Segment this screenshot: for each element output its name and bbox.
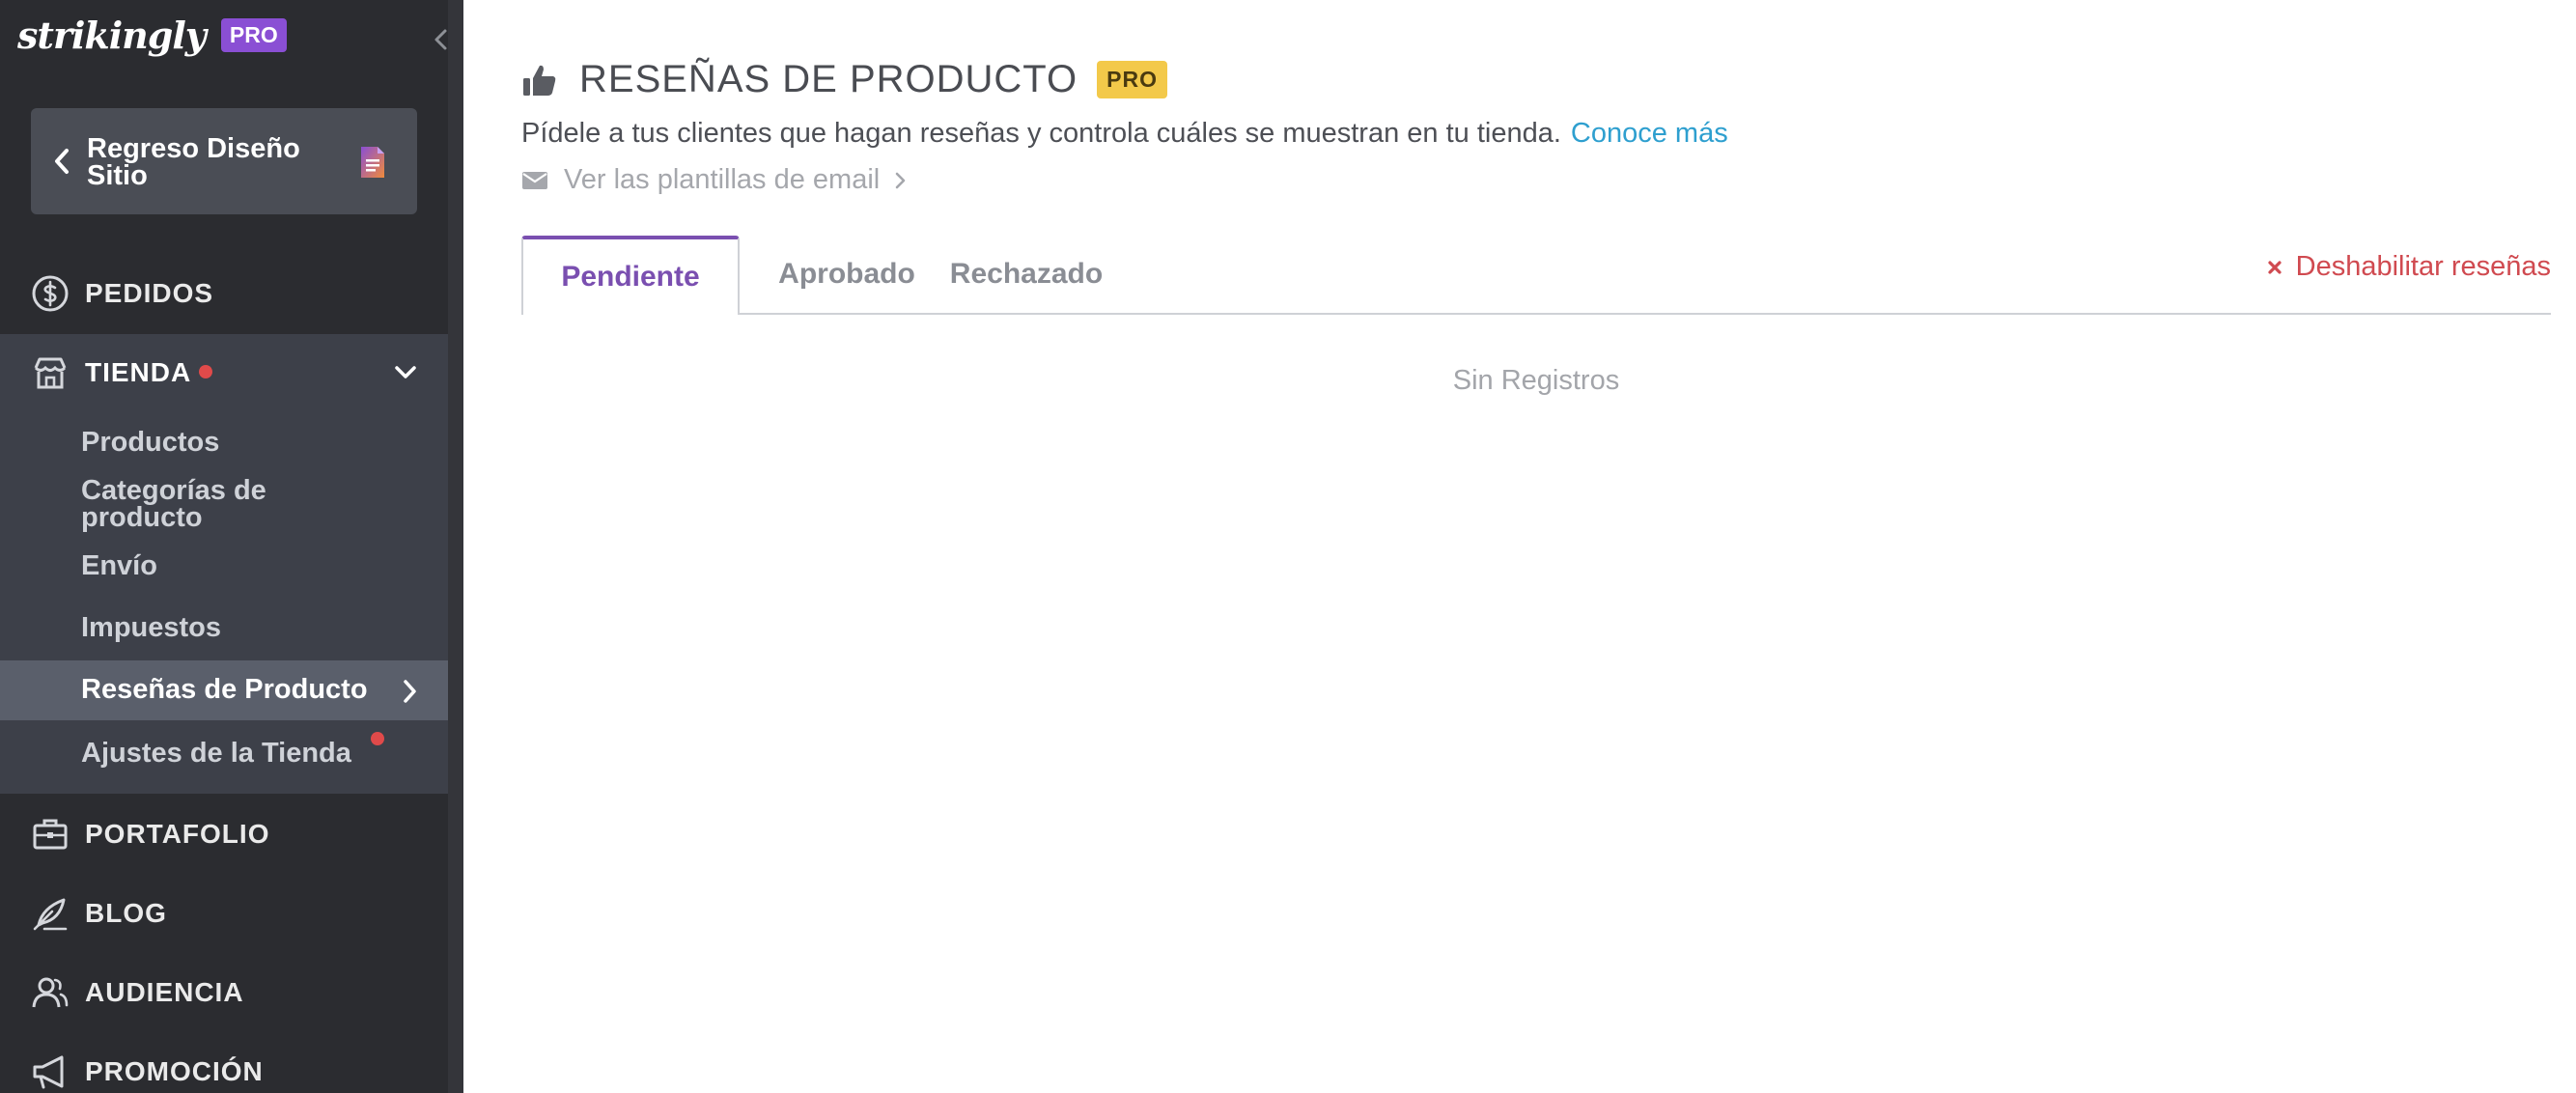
notification-dot bbox=[199, 365, 212, 378]
nav-item-tienda[interactable]: TIENDA bbox=[0, 334, 448, 411]
tab-rechazado[interactable]: Rechazado bbox=[944, 236, 1108, 313]
chevron-right-icon bbox=[404, 680, 416, 703]
quill-pen-icon bbox=[33, 898, 68, 931]
email-templates-link[interactable]: Ver las plantillas de email bbox=[521, 164, 907, 196]
notification-dot bbox=[371, 732, 384, 745]
pro-badge: PRO bbox=[220, 17, 287, 52]
nav-label-portafolio: PORTAFOLIO bbox=[85, 819, 270, 849]
learn-more-link[interactable]: Conoce más bbox=[1571, 118, 1728, 149]
nav-item-audiencia[interactable]: AUDIENCIA bbox=[0, 954, 448, 1031]
sidebar-item-resenas[interactable]: Reseñas de Producto bbox=[0, 660, 448, 720]
nav-label-tienda: TIENDA bbox=[85, 357, 192, 387]
chevron-down-icon bbox=[395, 366, 416, 378]
review-tabs: Pendiente Aprobado Rechazado Deshabilita… bbox=[521, 236, 2551, 315]
tab-aprobado[interactable]: Aprobado bbox=[774, 236, 919, 313]
disable-reviews-label: Deshabilitar reseñas bbox=[2295, 251, 2551, 282]
back-to-site-design-button[interactable]: Regreso Diseño Sitio bbox=[31, 108, 417, 214]
briefcase-icon bbox=[33, 819, 68, 850]
tab-pendiente[interactable]: Pendiente bbox=[521, 236, 740, 315]
sidebar-item-ajustes[interactable]: Ajustes de la Tienda bbox=[81, 738, 351, 770]
page-header: RESEÑAS DE PRODUCTO PRO bbox=[521, 58, 1167, 101]
nav-item-portafolio[interactable]: PORTAFOLIO bbox=[0, 796, 448, 873]
nav-item-promocion[interactable]: PROMOCIÓN bbox=[0, 1033, 448, 1093]
megaphone-icon bbox=[33, 1055, 64, 1089]
chevron-left-icon bbox=[55, 149, 69, 174]
store-icon bbox=[34, 357, 67, 389]
nav-label-blog: BLOG bbox=[85, 898, 167, 928]
email-templates-label: Ver las plantillas de email bbox=[564, 164, 881, 195]
chevron-right-icon bbox=[895, 172, 906, 188]
dollar-circle-icon bbox=[32, 275, 69, 312]
page-description: Pídele a tus clientes que hagan reseñas … bbox=[521, 118, 1728, 150]
thumbs-up-icon bbox=[523, 65, 556, 96]
page-title: RESEÑAS DE PRODUCTO bbox=[579, 58, 1078, 100]
nav-item-blog[interactable]: BLOG bbox=[0, 875, 448, 952]
sidebar-item-impuestos[interactable]: Impuestos bbox=[81, 612, 221, 644]
pro-badge: PRO bbox=[1097, 61, 1167, 98]
sidebar-item-resenas-label: Reseñas de Producto bbox=[81, 674, 368, 705]
empty-state: Sin Registros bbox=[1452, 365, 1620, 396]
envelope-icon bbox=[522, 171, 547, 189]
collapse-sidebar-icon[interactable] bbox=[429, 25, 454, 54]
nav-item-pedidos[interactable]: PEDIDOS bbox=[0, 255, 448, 332]
document-icon bbox=[361, 147, 384, 178]
sidebar-item-categorias[interactable]: Categorías de producto bbox=[81, 477, 332, 532]
nav-label-pedidos: PEDIDOS bbox=[85, 278, 214, 308]
main-content: RESEÑAS DE PRODUCTO PRO Pídele a tus cli… bbox=[463, 0, 2576, 1093]
nav-label-audiencia: AUDIENCIA bbox=[85, 977, 244, 1007]
page-description-text: Pídele a tus clientes que hagan reseñas … bbox=[521, 118, 1561, 149]
logo[interactable]: strikingly PRO bbox=[17, 12, 287, 58]
disable-reviews-button[interactable]: Deshabilitar reseñas bbox=[2265, 251, 2551, 283]
close-icon bbox=[2268, 260, 2282, 274]
sidebar-item-envio[interactable]: Envío bbox=[81, 550, 157, 582]
sidebar-edge bbox=[448, 0, 463, 1093]
sidebar-item-productos[interactable]: Productos bbox=[81, 427, 219, 459]
users-icon bbox=[32, 977, 69, 1008]
logo-text: strikingly bbox=[17, 13, 207, 57]
back-to-site-design-label: Regreso Diseño Sitio bbox=[87, 133, 300, 191]
nav-label-promocion: PROMOCIÓN bbox=[85, 1056, 264, 1086]
sidebar: strikingly PRO Regreso Diseño Sitio PEDI… bbox=[0, 0, 448, 1093]
